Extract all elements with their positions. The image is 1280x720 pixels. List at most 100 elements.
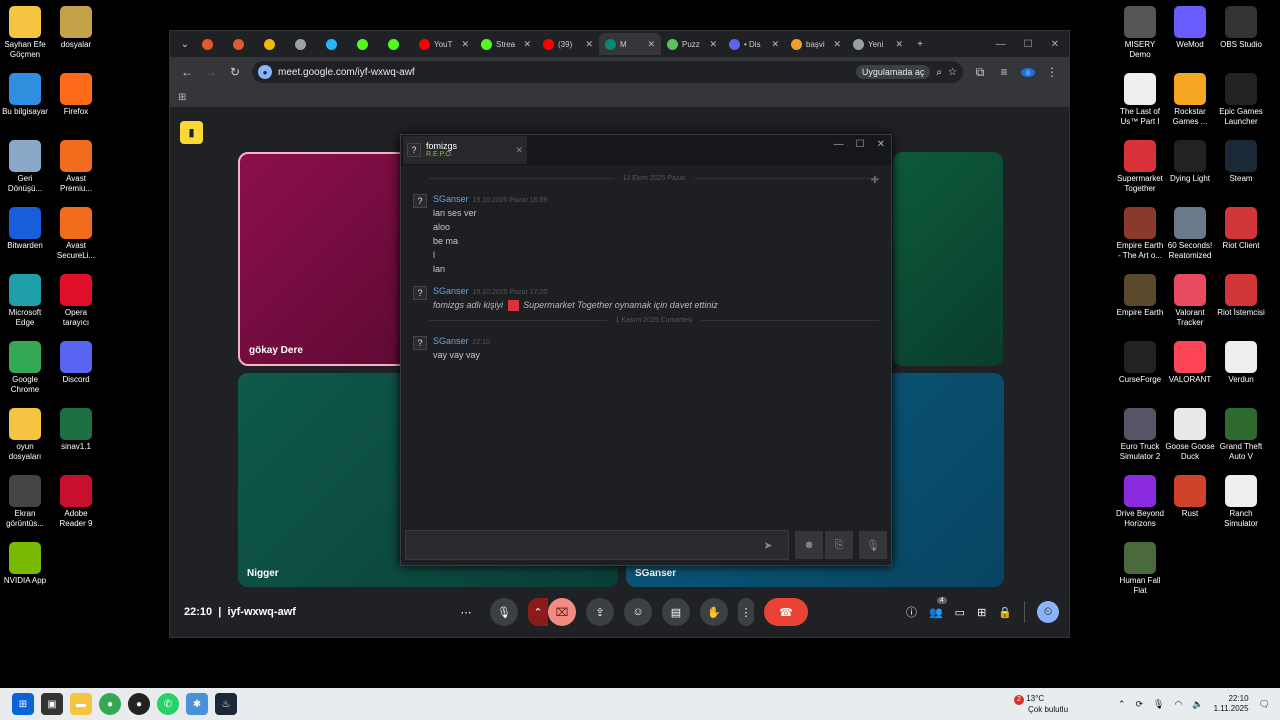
task-view-icon[interactable]: ▣ xyxy=(41,693,63,715)
desktop-shortcut[interactable]: Goose Goose Duck xyxy=(1165,408,1215,461)
camera-options-button[interactable]: ⌃ xyxy=(528,598,548,626)
desktop-shortcut[interactable]: Grand Theft Auto V xyxy=(1216,408,1266,461)
desktop-shortcut[interactable]: Opera tarayıcı xyxy=(51,274,101,327)
close-tab-icon[interactable]: ✕ xyxy=(709,39,717,50)
browser-tab[interactable] xyxy=(382,33,413,55)
browser-tab[interactable] xyxy=(227,33,258,55)
add-friend-icon[interactable]: ✚ xyxy=(871,175,879,186)
browser-tab[interactable]: Yeni ✕ xyxy=(847,33,909,55)
desktop-shortcut[interactable]: Google Chrome xyxy=(0,341,50,394)
desktop-shortcut[interactable]: WeMod xyxy=(1165,6,1215,50)
desktop-shortcut[interactable]: Avast SecureLi... xyxy=(51,207,101,260)
desktop-shortcut[interactable]: Sayhan Efe Göçmen xyxy=(0,6,50,59)
browser-tab[interactable] xyxy=(320,33,351,55)
desktop-shortcut[interactable]: VALORANT xyxy=(1165,341,1215,385)
clock[interactable]: 22:10 1.11.2025 xyxy=(1214,694,1249,714)
close-tab-icon[interactable]: ✕ xyxy=(647,39,655,50)
microphone-indicator-icon[interactable]: ● xyxy=(258,65,272,79)
browser-tab[interactable]: Puzz ✕ xyxy=(661,33,723,55)
apps-grid-icon[interactable]: ⊞ xyxy=(178,92,186,103)
browser-tab[interactable]: YouT ✕ xyxy=(413,33,475,55)
browser-tab[interactable]: Strea ✕ xyxy=(475,33,537,55)
message-input[interactable]: ➤ xyxy=(405,530,789,560)
microphone-button[interactable]: 🎙 xyxy=(490,598,518,626)
meet-info-icon[interactable]: ▮ xyxy=(180,121,203,144)
menu-icon[interactable]: ⋮ xyxy=(1045,65,1059,79)
desktop-shortcut[interactable]: Bitwarden xyxy=(0,207,50,251)
desktop-shortcut[interactable]: CurseForge xyxy=(1115,341,1165,385)
attach-button[interactable]: ⎘ xyxy=(825,531,853,559)
close-tab-icon[interactable]: ✕ xyxy=(771,39,779,50)
desktop-shortcut[interactable]: Supermarket Together xyxy=(1115,140,1165,193)
camera-off-button[interactable]: ⌧ xyxy=(548,598,576,626)
message-author[interactable]: SGanser 19.10.2025 Pazar 17:20 xyxy=(433,286,718,296)
close-tab-icon[interactable]: ✕ xyxy=(523,39,531,50)
browser-tab[interactable]: başvi ✕ xyxy=(785,33,847,55)
desktop-shortcut[interactable]: Empire Earth xyxy=(1115,274,1165,318)
browser-tab[interactable] xyxy=(196,33,227,55)
desktop-shortcut[interactable]: Ekran görüntüs... xyxy=(0,475,50,528)
new-tab-button[interactable]: + xyxy=(909,39,931,50)
desktop-shortcut[interactable]: Empire Earth - The Art o... xyxy=(1115,207,1165,260)
browser-tab[interactable] xyxy=(351,33,382,55)
obs-taskbar-icon[interactable]: ● xyxy=(128,693,150,715)
activities-icon[interactable]: ⊞ xyxy=(977,606,986,619)
open-in-app-button[interactable]: Uygulamada aç xyxy=(855,65,931,79)
desktop-shortcut[interactable]: Dying Light xyxy=(1165,140,1215,184)
wifi-icon[interactable]: ◠ xyxy=(1174,699,1182,710)
browser-tab[interactable] xyxy=(258,33,289,55)
meeting-details-icon[interactable]: ⓘ xyxy=(906,604,917,620)
desktop-shortcut[interactable]: Verdun xyxy=(1216,341,1266,385)
close-icon[interactable]: ✕ xyxy=(1051,39,1059,50)
desktop-shortcut[interactable]: Discord xyxy=(51,341,101,385)
message-author[interactable]: SGanser 19.10.2025 Pazar 16:59 xyxy=(433,194,547,204)
desktop-shortcut[interactable]: 60 Seconds! Reatomized xyxy=(1165,207,1215,260)
desktop-shortcut[interactable]: NVIDIA App xyxy=(0,542,50,586)
companion-mode-icon[interactable]: ⏲ xyxy=(1037,601,1059,623)
weather-widget[interactable]: 2 13°C Çok bulutlu xyxy=(1014,694,1068,715)
host-controls-icon[interactable]: 🔒 xyxy=(998,606,1012,619)
media-icon[interactable]: ≡ xyxy=(997,65,1011,79)
microphone-tray-icon[interactable]: 🎙 xyxy=(1153,699,1164,710)
send-button[interactable]: ➤ xyxy=(754,531,782,559)
sync-icon[interactable]: ⟳ xyxy=(1136,699,1144,710)
desktop-shortcut[interactable]: Ranch Simulator xyxy=(1216,475,1266,528)
desktop-shortcut[interactable]: Bu bilgisayar xyxy=(0,73,50,117)
address-bar[interactable]: ● meet.google.com/iyf-wxwq-awf Uygulamad… xyxy=(252,61,963,83)
desktop-shortcut[interactable]: Valorant Tracker xyxy=(1165,274,1215,327)
desktop-shortcut[interactable]: Drive Beyond Horizons xyxy=(1115,475,1165,528)
desktop-shortcut[interactable]: Euro Truck Simulator 2 xyxy=(1115,408,1165,461)
desktop-shortcut[interactable]: Human Fall Flat xyxy=(1115,542,1165,595)
chat-tab-fomizgs[interactable]: ? fomizgs R.E.P.O. ✕ xyxy=(403,136,527,164)
desktop-shortcut[interactable]: Steam xyxy=(1216,140,1266,184)
emoticon-button[interactable]: ☻ xyxy=(795,531,823,559)
emoji-reaction-button[interactable]: ☺ xyxy=(624,598,652,626)
volume-icon[interactable]: 🔈 xyxy=(1192,699,1203,710)
close-tab-icon[interactable]: ✕ xyxy=(895,39,903,50)
close-tab-icon[interactable]: ✕ xyxy=(833,39,841,50)
steam-taskbar-icon[interactable]: ♨ xyxy=(215,693,237,715)
captions-button[interactable]: ▤ xyxy=(662,598,690,626)
chrome-taskbar-icon[interactable]: ● xyxy=(99,693,121,715)
start-windows-icon[interactable]: ⊞ xyxy=(12,693,34,715)
desktop-shortcut[interactable]: Riot İstemcisi xyxy=(1216,274,1266,318)
back-icon[interactable]: ← xyxy=(180,65,194,79)
tray-overflow-icon[interactable]: ⌃ xyxy=(1118,699,1126,710)
close-tab-icon[interactable]: ✕ xyxy=(461,39,469,50)
minimize-icon[interactable]: — xyxy=(996,39,1006,50)
close-icon[interactable]: ✕ xyxy=(877,139,885,150)
leave-call-button[interactable]: ☎ xyxy=(764,598,808,626)
desktop-shortcut[interactable]: sinav1.1 xyxy=(51,408,101,452)
maximize-icon[interactable]: ☐ xyxy=(856,139,865,150)
desktop-shortcut[interactable]: Epic Games Launcher xyxy=(1216,73,1266,126)
desktop-shortcut[interactable]: The Last of Us™ Part I xyxy=(1115,73,1165,126)
forward-icon[interactable]: → xyxy=(204,65,218,79)
people-icon[interactable]: 👥 4 xyxy=(929,596,947,619)
desktop-shortcut[interactable]: Geri Dönüşü... xyxy=(0,140,50,193)
maximize-icon[interactable]: ☐ xyxy=(1024,39,1033,50)
browser-tab[interactable]: M ✕ xyxy=(599,33,661,55)
profile-avatar[interactable]: s xyxy=(1021,67,1035,77)
browser-tab[interactable]: • Dis ✕ xyxy=(723,33,785,55)
desktop-shortcut[interactable]: Firefox xyxy=(51,73,101,117)
desktop-shortcut[interactable]: OBS Studio xyxy=(1216,6,1266,50)
